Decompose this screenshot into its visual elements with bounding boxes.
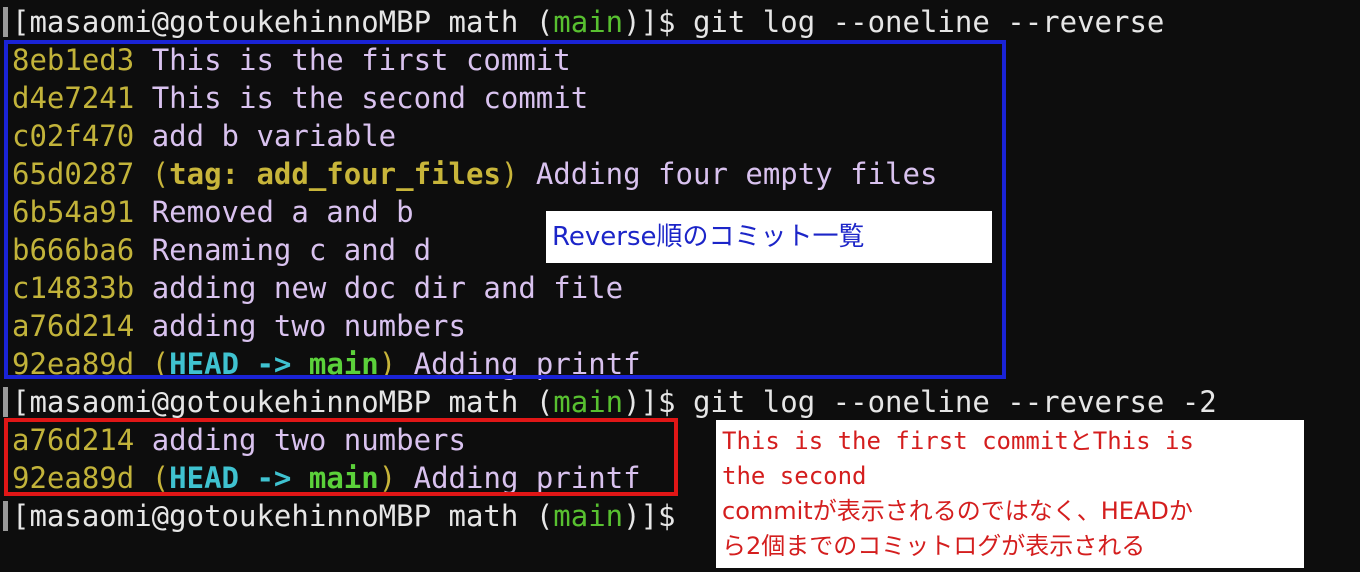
prompt-line-1: [masaomi@gotoukehinnoMBP math (main)]$ g…: [12, 5, 1165, 39]
prompt-branch: main: [553, 499, 624, 533]
prompt-marker: [3, 501, 8, 531]
command-text: git log --oneline --reverse: [692, 5, 1165, 39]
prompt-marker: [3, 387, 8, 417]
prompt-user-host: masaomi@gotoukehinnoMBP: [29, 5, 432, 39]
prompt-branch: main: [553, 385, 624, 419]
annotation-line: This is the first commitとThis is: [722, 427, 1194, 455]
prompt-user-host: masaomi@gotoukehinnoMBP: [29, 499, 432, 533]
terminal-window[interactable]: [masaomi@gotoukehinnoMBP math (main)]$ g…: [0, 0, 1360, 572]
prompt-dir: math: [448, 499, 519, 533]
annotation-line: commitが表示されるのではなく、HEADか: [722, 497, 1193, 525]
highlight-box-blue: [4, 40, 1006, 379]
command-text: git log --oneline --reverse -2: [692, 385, 1217, 419]
highlight-box-red: [4, 418, 678, 496]
prompt-line-3[interactable]: [masaomi@gotoukehinnoMBP math (main)]$: [12, 497, 693, 535]
prompt-marker: [3, 7, 8, 37]
prompt-dir: math: [448, 5, 519, 39]
prompt-user-host: masaomi@gotoukehinnoMBP: [29, 385, 432, 419]
annotation-line: the second: [722, 462, 867, 490]
prompt-branch: main: [553, 5, 624, 39]
annotation-note-blue: Reverse順のコミット一覧: [546, 211, 992, 263]
annotation-line: ら2個までのコミットログが表示される: [722, 532, 1146, 560]
prompt-dir: math: [448, 385, 519, 419]
annotation-note-red: This is the first commitとThis is the sec…: [716, 420, 1304, 568]
prompt-line-2: [masaomi@gotoukehinnoMBP math (main)]$ g…: [12, 385, 1217, 419]
